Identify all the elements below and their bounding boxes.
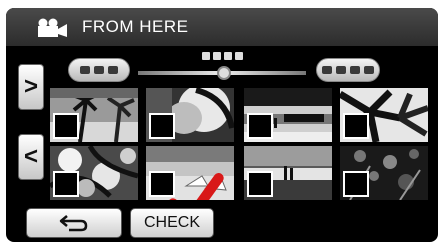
thumbnail-5[interactable] (50, 146, 138, 200)
thumbnail-checkbox-checked[interactable] (149, 171, 224, 200)
return-arrow-icon (59, 215, 88, 232)
thumbnail-checkbox[interactable] (53, 171, 79, 197)
thumbnail-7[interactable] (244, 146, 332, 200)
thumbnail-checkbox[interactable] (53, 113, 79, 139)
check-mark-icon (169, 173, 224, 200)
check-button[interactable]: CHECK (130, 208, 214, 238)
thumbnail-checkbox[interactable] (247, 171, 273, 197)
thumbnail-checkbox[interactable] (247, 113, 273, 139)
thumbnail-6[interactable] (146, 146, 234, 200)
later-date-button[interactable] (316, 58, 380, 82)
thumbnail-checkbox[interactable] (343, 113, 369, 139)
date-indicator (202, 52, 243, 60)
thumbnail-checkbox[interactable] (149, 113, 175, 139)
thumbnail-checkbox[interactable] (343, 171, 369, 197)
timeline-knob[interactable] (217, 66, 231, 80)
thumbnail-8[interactable] (340, 146, 428, 200)
previous-page-button[interactable]: < (18, 134, 44, 180)
back-button[interactable] (26, 208, 122, 238)
next-page-button[interactable]: > (18, 64, 44, 110)
video-camera-icon (38, 18, 67, 37)
header-bar: FROM HERE (6, 8, 438, 46)
thumbnail-2[interactable] (146, 88, 234, 142)
page-title: FROM HERE (82, 17, 189, 36)
thumbnail-3[interactable] (244, 88, 332, 142)
thumbnail-1[interactable] (50, 88, 138, 142)
earlier-date-button[interactable] (68, 58, 130, 82)
thumbnail-screen: FROM HERE > < CHECK (6, 8, 438, 242)
thumbnail-4[interactable] (340, 88, 428, 142)
